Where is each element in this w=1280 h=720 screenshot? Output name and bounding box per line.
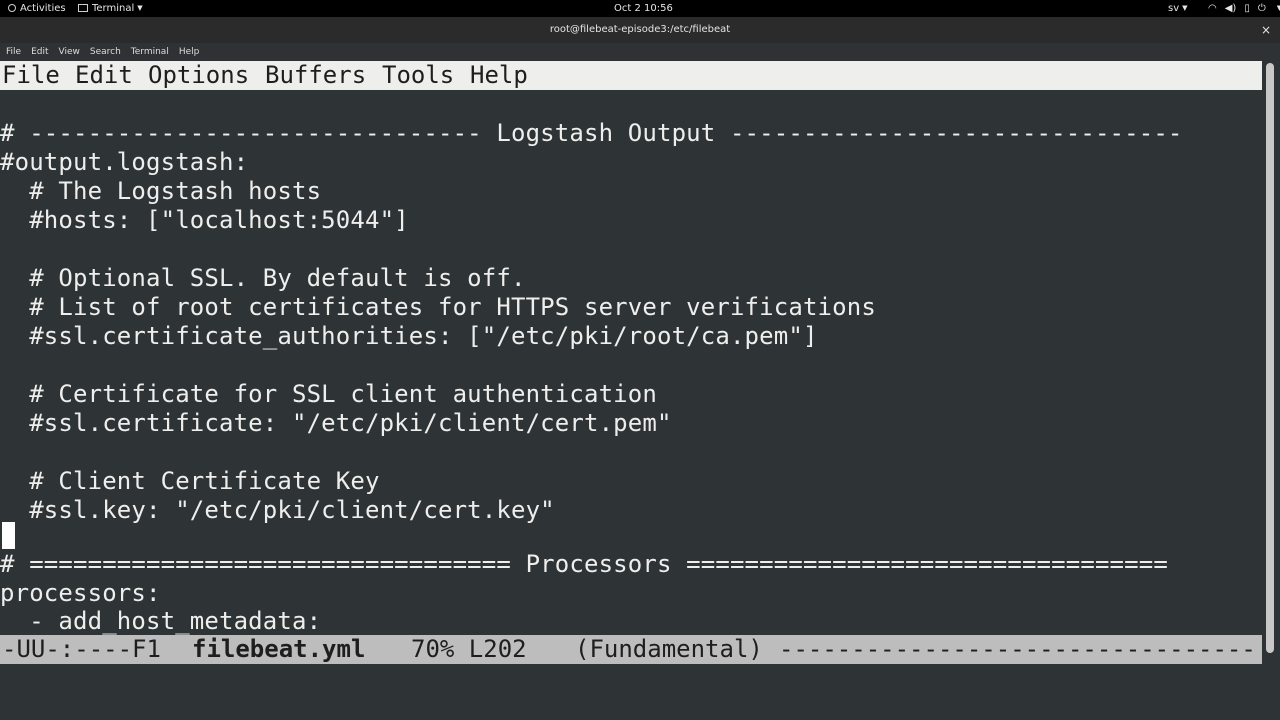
- activities-icon: [8, 4, 16, 12]
- terminal-menu-terminal[interactable]: Terminal: [125, 43, 173, 61]
- emacs-menu-tools[interactable]: Tools: [382, 61, 454, 90]
- keyboard-layout-indicator[interactable]: sv ▼: [1168, 0, 1188, 17]
- editor-line: processors:: [0, 579, 161, 607]
- app-menu-label: Terminal: [92, 3, 135, 14]
- activities-button[interactable]: Activities: [8, 0, 66, 17]
- editor-line: #ssl.certificate: "/etc/pki/client/cert.…: [0, 409, 672, 437]
- editor-line: #hosts: ["localhost:5044"]: [0, 206, 409, 234]
- editor-line: # ------------------------------- Logsta…: [0, 119, 1183, 147]
- modeline-status: -UU-:----F1: [2, 635, 161, 663]
- editor-line: #ssl.key: "/etc/pki/client/cert.key": [0, 496, 555, 524]
- terminal-menu-file[interactable]: File: [0, 43, 25, 61]
- gnome-top-bar: Activities Terminal ▼ Oct 2 10:56 sv ▼ ◠ ◀)…: [0, 0, 1280, 17]
- editor-line: # The Logstash hosts: [0, 177, 322, 205]
- modeline-position: 70% L202: [411, 635, 527, 663]
- editor-line: #output.logstash:: [0, 148, 249, 176]
- chevron-down-icon: ▼: [137, 4, 143, 12]
- modeline-dashes: ----------------------------------------…: [779, 635, 1259, 663]
- battery-icon: ▯: [1244, 3, 1250, 14]
- terminal-menu-help[interactable]: Help: [173, 43, 204, 61]
- clock[interactable]: Oct 2 10:56: [614, 0, 673, 17]
- close-icon[interactable]: ×: [1260, 17, 1272, 43]
- modeline-major-mode: (Fundamental): [575, 635, 763, 663]
- terminal-menu-view[interactable]: View: [53, 43, 84, 61]
- emacs-menu-options[interactable]: Options: [148, 61, 249, 90]
- text-cursor: [2, 522, 15, 549]
- terminal-menubar: File Edit View Search Terminal Help: [0, 43, 1280, 61]
- editor-line: - add_host_metadata:: [0, 607, 322, 635]
- window-title: root@filebeat-episode3:/etc/filebeat: [549, 24, 731, 35]
- emacs-menubar: File Edit Options Buffers Tools Help: [0, 61, 1262, 90]
- power-icon: ⏻: [1257, 3, 1266, 14]
- terminal-menu-edit[interactable]: Edit: [25, 43, 52, 61]
- terminal-icon: [78, 4, 88, 12]
- app-menu[interactable]: Terminal ▼: [78, 0, 143, 17]
- editor-line: # Client Certificate Key: [0, 467, 380, 495]
- window-titlebar[interactable]: root@filebeat-episode3:/etc/filebeat ×: [0, 17, 1280, 43]
- chevron-down-icon: ▼: [1182, 4, 1188, 12]
- terminal-menu-search[interactable]: Search: [84, 43, 125, 61]
- editor-line: #ssl.certificate_authorities: ["/etc/pki…: [0, 322, 818, 350]
- emacs-menu-help[interactable]: Help: [470, 61, 528, 90]
- scrollbar-thumb[interactable]: [1266, 63, 1274, 653]
- emacs-mode-line: -UU-:----F1 filebeat.yml 70% L202 (Funda…: [0, 635, 1262, 664]
- wifi-icon: ◠: [1208, 3, 1217, 14]
- activities-label: Activities: [20, 3, 66, 14]
- system-status-menu[interactable]: ◠ ◀) ▯ ⏻ ▼: [1208, 0, 1280, 17]
- editor-line: # Certificate for SSL client authenticat…: [0, 380, 657, 408]
- editor-line: # ================================= Proc…: [0, 550, 1168, 578]
- emacs-menu-edit[interactable]: Edit: [75, 61, 133, 90]
- emacs-menu-file[interactable]: File: [2, 61, 60, 90]
- terminal-scrollbar[interactable]: [1262, 61, 1280, 664]
- keyboard-layout-label: sv: [1168, 3, 1180, 14]
- terminal-area[interactable]: File Edit Options Buffers Tools Help # -…: [0, 61, 1280, 720]
- editor-line: # Optional SSL. By default is off.: [0, 264, 526, 292]
- emacs-menu-buffers[interactable]: Buffers: [265, 61, 366, 90]
- modeline-buffer-name: filebeat.yml: [192, 635, 366, 663]
- volume-icon: ◀): [1224, 3, 1237, 14]
- editor-line: # List of root certificates for HTTPS se…: [0, 293, 876, 321]
